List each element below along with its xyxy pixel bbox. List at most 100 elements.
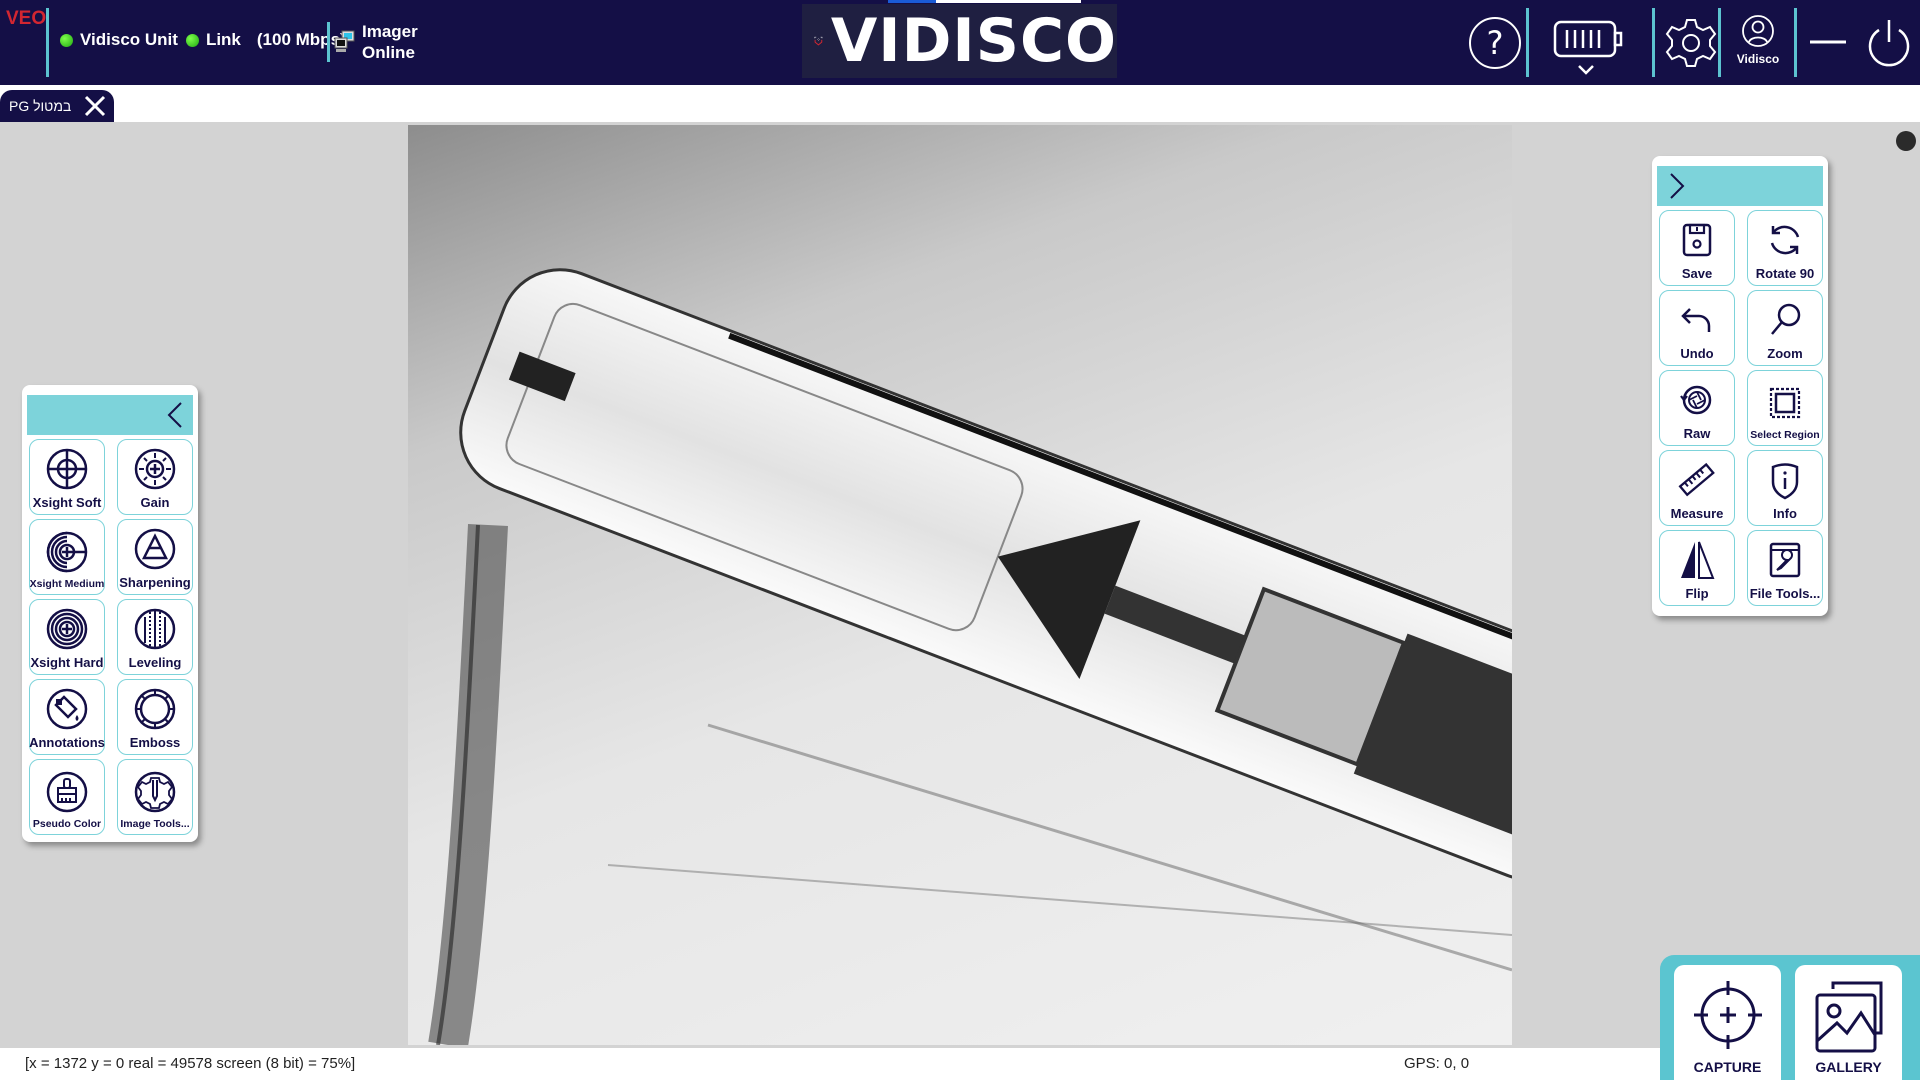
xsight-hard-button[interactable]: Xsight Hard [29,599,105,675]
gain-icon [134,448,176,490]
select-region-button[interactable]: Select Region [1747,370,1823,446]
divider [1718,8,1721,77]
gallery-button[interactable]: GALLERY [1795,965,1902,1080]
settings-button[interactable] [1662,14,1720,72]
gain-button[interactable]: Gain [117,439,193,515]
tool-label: Measure [1670,506,1724,521]
divider [46,8,49,77]
file-actions-panel: Save Rotate 90 Undo Zoom Raw Select Regi… [1652,156,1828,616]
imager-line2: Online [362,43,415,62]
measure-button[interactable]: Measure [1659,450,1735,526]
xsight-medium-icon [46,531,88,573]
tool-label: Flip [1685,586,1709,601]
image-processing-panel: Xsight Soft Gain Xsight Medium Sharpenin… [22,385,198,842]
tool-label: Select Region [1750,429,1820,441]
divider [1526,8,1529,77]
tool-label: Save [1681,266,1713,281]
link-status-dot-icon [185,33,199,47]
image-tools-button[interactable]: Image Tools... [117,759,193,835]
tool-label: Image Tools... [120,818,190,830]
tool-label: Gain [140,495,170,510]
user-account-button[interactable]: Vidisco [1728,6,1788,74]
panel-header [27,395,193,435]
tool-label: Undo [1680,346,1714,361]
tool-label: Sharpening [119,575,191,590]
recording-indicator-icon [1896,131,1916,151]
brand-name: VIDISCO [830,6,1117,76]
leveling-button[interactable]: Leveling [117,599,193,675]
image-tools-icon [134,771,176,813]
xsight-soft-icon [46,448,88,490]
battery-icon [1553,20,1623,75]
power-button[interactable] [1864,14,1914,72]
unit-label: Vidisco Unit [80,30,178,49]
raw-button[interactable]: Raw [1659,370,1735,446]
annotations-icon [46,688,88,730]
rotate-icon [1770,225,1800,255]
sharpening-button[interactable]: Sharpening [117,519,193,595]
file-tools-icon [1769,542,1801,578]
logo-accent-bar [888,0,1081,3]
shield-logo-icon [814,36,823,46]
link-speed: (100 Mbps) [256,30,346,49]
tab-document[interactable]: PG במטול [0,90,114,122]
save-button[interactable]: Save [1659,210,1735,286]
tab-label: PG במטול [9,98,72,114]
annotations-button[interactable]: Annotations [29,679,105,755]
help-button[interactable]: ? [1466,14,1524,72]
gallery-images-icon [1815,981,1882,1053]
xsight-soft-button[interactable]: Xsight Soft [29,439,105,515]
chevron-left-icon[interactable] [167,401,183,429]
zoom-button[interactable]: Zoom [1747,290,1823,366]
brand-logo: VIDISCO [802,4,1117,78]
app-badge: VEO [6,8,47,29]
xray-image-canvas[interactable] [408,125,1512,1045]
flip-button[interactable]: Flip [1659,530,1735,606]
user-icon [1742,15,1774,47]
tool-label: Annotations [29,735,105,750]
help-icon: ? [1469,17,1521,69]
tool-label: Zoom [1767,346,1803,361]
capture-button[interactable]: CAPTURE [1674,965,1781,1080]
network-computers-icon [334,30,355,52]
file-tools-button[interactable]: File Tools... [1747,530,1823,606]
xsight-medium-button[interactable]: Xsight Medium [29,519,105,595]
floppy-icon [1682,223,1712,257]
capture-label: CAPTURE [1693,1059,1762,1075]
connection-status: Vidisco Unit Link (100 Mbps) [60,30,354,50]
xsight-hard-icon [46,608,88,650]
emboss-button[interactable]: Emboss [117,679,193,755]
tool-label: File Tools... [1749,586,1821,601]
minimize-button[interactable] [1808,20,1848,64]
tool-label: Pseudo Color [32,818,102,830]
pseudo-color-button[interactable]: Pseudo Color [29,759,105,835]
select-region-icon [1769,387,1801,419]
tool-label: Emboss [129,735,181,750]
emboss-icon [134,688,176,730]
flip-icon [1681,541,1715,579]
capture-crosshair-icon [1693,981,1762,1049]
pixel-readout: [x = 1372 y = 0 real = 49578 screen (8 b… [25,1055,356,1072]
magnifier-icon [1771,303,1801,335]
info-button[interactable]: Info [1747,450,1823,526]
panel-header [1657,166,1823,206]
user-label: Vidisco [1736,52,1780,66]
tool-label: Xsight Hard [30,655,104,670]
rotate-90-button[interactable]: Rotate 90 [1747,210,1823,286]
close-tab-icon[interactable] [82,93,108,119]
tool-label: Info [1773,506,1797,521]
gallery-label: GALLERY [1815,1059,1882,1075]
chevron-right-icon[interactable] [1669,172,1685,200]
unit-status-dot-icon [60,33,73,47]
capture-gallery-panel: CAPTURE GALLERY [1660,955,1920,1080]
battery-menu-button[interactable] [1552,14,1624,80]
gps-readout: GPS: 0, 0 [1404,1055,1470,1072]
undo-button[interactable]: Undo [1659,290,1735,366]
minimize-icon [1810,40,1846,44]
top-bar: VEO Vidisco Unit Link (100 Mbps) Imager … [0,0,1920,85]
info-shield-icon [1771,463,1799,500]
tool-label: Xsight Medium [29,578,105,590]
ruler-icon [1678,462,1715,497]
gear-icon [1665,19,1717,67]
imager-status: Imager Online [334,21,418,63]
